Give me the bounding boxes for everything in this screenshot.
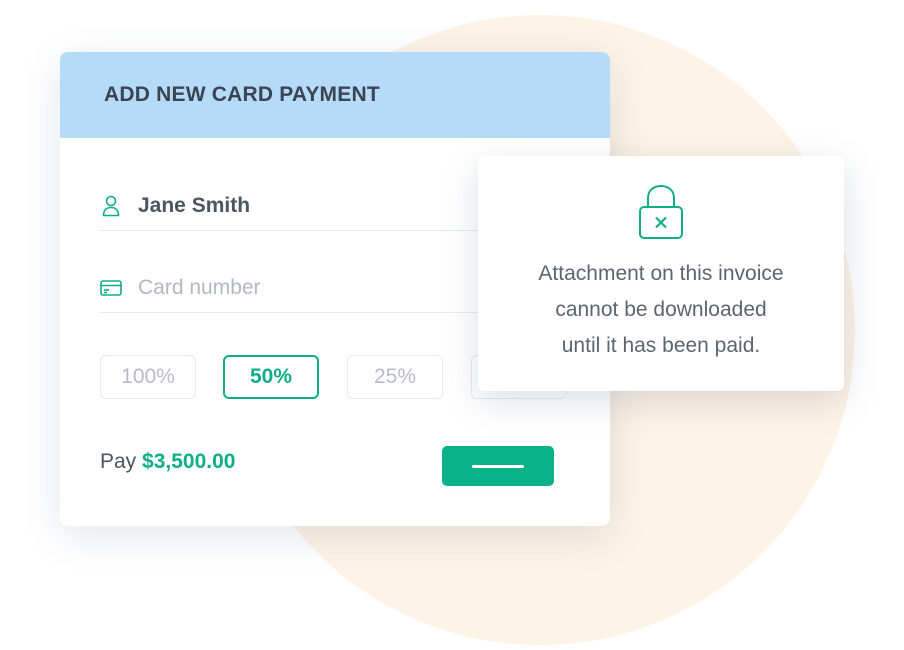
locked-padlock-icon [638, 184, 684, 245]
notice-line: cannot be downloaded [555, 298, 767, 321]
pay-amount: $3,500.00 [142, 450, 236, 473]
user-icon [100, 195, 122, 217]
notice-message: Attachment on this invoice cannot be dow… [478, 256, 844, 364]
pay-label: Pay [100, 450, 137, 473]
card-number-placeholder: Card number [138, 276, 261, 299]
percent-option-100[interactable]: 100% [100, 355, 196, 399]
pay-summary: Pay $3,500.00 [100, 450, 235, 474]
percent-option-25[interactable]: 25% [347, 355, 443, 399]
name-value: Jane Smith [138, 194, 251, 217]
locked-attachment-notice: Attachment on this invoice cannot be dow… [478, 156, 844, 391]
name-field[interactable]: Jane Smith [100, 182, 520, 231]
credit-card-icon [100, 277, 122, 299]
pay-button[interactable] [442, 446, 554, 486]
panel-title: ADD NEW CARD PAYMENT [104, 83, 380, 106]
card-number-field[interactable]: Card number [100, 264, 520, 313]
page: ADD NEW CARD PAYMENT Jane Smith Card num… [0, 0, 904, 650]
percent-option-50[interactable]: 50% [223, 355, 319, 399]
panel-header: ADD NEW CARD PAYMENT [60, 52, 610, 138]
pay-button-placeholder-bar [472, 464, 524, 468]
notice-line: until it has been paid. [561, 334, 761, 357]
notice-line: Attachment on this invoice [538, 262, 784, 285]
